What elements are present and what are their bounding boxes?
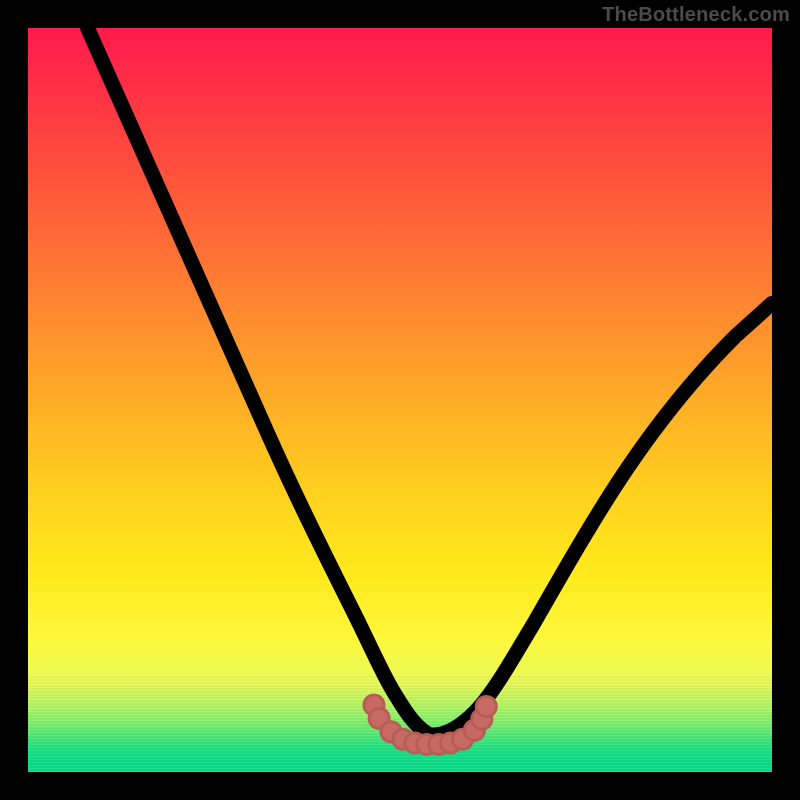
- chart-frame: TheBottleneck.com: [0, 0, 800, 800]
- bottleneck-curve-svg: [28, 28, 772, 772]
- plot-area: [28, 28, 772, 772]
- watermark-text: TheBottleneck.com: [602, 4, 790, 27]
- bottleneck-curve: [88, 28, 772, 735]
- highlight-markers: [364, 695, 496, 755]
